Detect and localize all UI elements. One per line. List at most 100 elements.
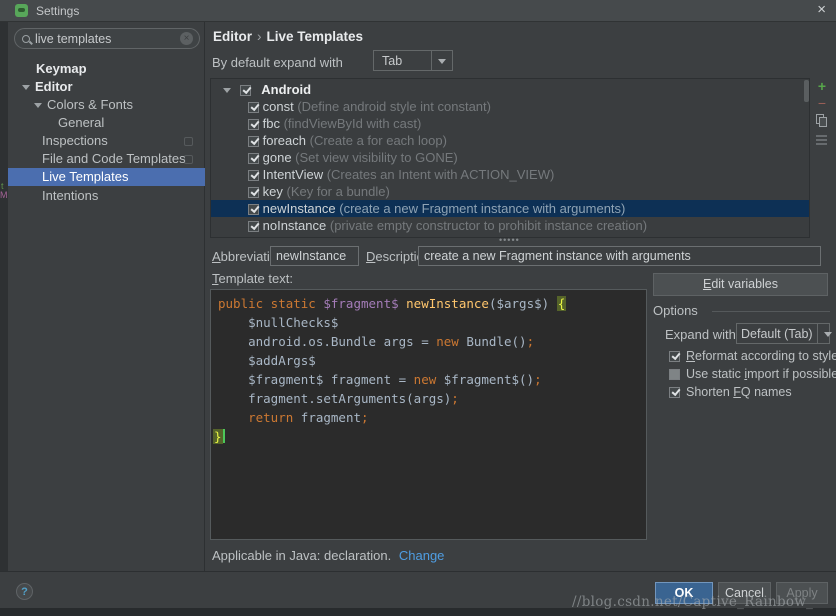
shorten-fq-checkbox[interactable]: Shorten FQ names bbox=[669, 385, 792, 399]
template-checkbox[interactable] bbox=[248, 204, 259, 215]
template-desc: (private empty constructor to prohibit i… bbox=[330, 218, 647, 233]
chevron-down-icon[interactable] bbox=[223, 88, 231, 93]
template-row[interactable]: fbc (findViewById with cast) bbox=[211, 115, 809, 132]
breadcrumb-live-templates: Live Templates bbox=[267, 29, 364, 44]
code-line: } bbox=[213, 427, 225, 446]
template-checkbox[interactable] bbox=[248, 119, 259, 130]
template-checkbox[interactable] bbox=[248, 221, 259, 232]
template-row[interactable]: IntentView (Creates an Intent with ACTIO… bbox=[211, 166, 809, 183]
template-group-row[interactable]: Android bbox=[211, 81, 809, 98]
options-group-title: Options bbox=[653, 303, 830, 318]
static-import-checkbox[interactable]: Use static import if possible bbox=[669, 367, 836, 381]
sidebar-item-inspections[interactable]: Inspections bbox=[8, 132, 205, 150]
abbreviation-input[interactable]: newInstance bbox=[270, 246, 359, 266]
breadcrumb: Editor›Live Templates bbox=[213, 29, 363, 44]
list-scrollbar[interactable] bbox=[804, 80, 809, 102]
chevron-down-icon[interactable] bbox=[431, 51, 452, 70]
chevron-down-icon[interactable] bbox=[817, 324, 829, 343]
copy-icon bbox=[819, 117, 827, 127]
template-row[interactable]: key (Key for a bundle) bbox=[211, 183, 809, 200]
template-name: gone bbox=[263, 150, 292, 165]
template-desc: (create a new Fragment instance with arg… bbox=[339, 201, 625, 216]
background-window-edge: t M s T bbox=[0, 22, 8, 608]
modified-indicator-icon bbox=[184, 155, 193, 164]
description-input[interactable]: create a new Fragment instance with argu… bbox=[418, 246, 821, 266]
default-expand-value: Tab bbox=[374, 54, 431, 68]
sidebar-item-label: Colors & Fonts bbox=[47, 97, 133, 112]
duplicate-template-icon[interactable] bbox=[813, 112, 831, 128]
breadcrumb-editor[interactable]: Editor bbox=[213, 29, 252, 44]
template-checkbox[interactable] bbox=[248, 170, 259, 181]
template-checkbox[interactable] bbox=[248, 153, 259, 164]
template-name: IntentView bbox=[263, 167, 323, 182]
template-desc: (Creates an Intent with ACTION_VIEW) bbox=[327, 167, 555, 182]
applicable-context-row: Applicable in Java: declaration. Change bbox=[212, 548, 444, 563]
template-desc: (findViewById with cast) bbox=[284, 116, 422, 131]
template-row[interactable]: foreach (Create a for each loop) bbox=[211, 132, 809, 149]
template-name: foreach bbox=[263, 133, 306, 148]
template-name: const bbox=[263, 99, 294, 114]
template-text-editor[interactable]: public static $fragment$ newInstance($ar… bbox=[210, 289, 647, 540]
group-checkbox[interactable] bbox=[240, 85, 251, 96]
title-bar: Settings × bbox=[0, 0, 836, 22]
sidebar-item-label: Intentions bbox=[42, 188, 98, 203]
template-row[interactable]: const (Define android style int constant… bbox=[211, 98, 809, 115]
restore-defaults-icon[interactable] bbox=[813, 132, 831, 148]
sidebar-item-keymap[interactable]: Keymap bbox=[8, 60, 205, 78]
expand-with-value: Default (Tab) bbox=[737, 327, 817, 341]
change-context-link[interactable]: Change bbox=[399, 548, 445, 563]
template-row-selected[interactable]: newInstance (create a new Fragment insta… bbox=[211, 200, 809, 217]
template-desc: (Create a for each loop) bbox=[310, 133, 447, 148]
code-line: $addArgs$ bbox=[218, 351, 316, 370]
settings-sidebar: live templates × Keymap Editor Colors & … bbox=[8, 22, 205, 571]
sidebar-item-live-templates[interactable]: Live Templates bbox=[8, 168, 205, 186]
sidebar-item-label: Inspections bbox=[42, 133, 108, 148]
code-line: return fragment; bbox=[218, 408, 369, 427]
code-line: $nullChecks$ bbox=[218, 313, 338, 332]
watermark-text: //blog.csdn.net/Captive_Rainbow_ bbox=[572, 594, 813, 610]
settings-dialog: t M s T Settings × live templates × Keym… bbox=[0, 0, 836, 616]
sidebar-item-file-code-templates[interactable]: File and Code Templates bbox=[8, 150, 205, 168]
settings-search-input[interactable]: live templates × bbox=[14, 28, 200, 49]
expand-with-label: Expand with bbox=[665, 327, 736, 342]
text-caret bbox=[223, 429, 225, 443]
group-label: Android bbox=[261, 82, 311, 97]
expand-with-select[interactable]: Default (Tab) bbox=[736, 323, 830, 344]
code-line: public static $fragment$ newInstance($ar… bbox=[218, 294, 566, 313]
chevron-down-icon[interactable] bbox=[22, 85, 30, 90]
remove-template-icon[interactable]: − bbox=[813, 95, 831, 111]
settings-app-icon bbox=[15, 4, 28, 17]
sidebar-item-label: Editor bbox=[35, 79, 73, 94]
default-expand-select[interactable]: Tab bbox=[373, 50, 453, 71]
applicable-text: Applicable in Java: declaration. bbox=[212, 548, 391, 563]
live-templates-list[interactable]: Android const (Define android style int … bbox=[210, 78, 810, 238]
modified-indicator-icon bbox=[184, 137, 193, 146]
code-line: $fragment$ fragment = new $fragment$(); bbox=[218, 370, 542, 389]
checkbox-icon bbox=[669, 369, 680, 380]
sidebar-item-colors-fonts[interactable]: Colors & Fonts bbox=[8, 96, 205, 114]
template-desc: (Set view visibility to GONE) bbox=[295, 150, 458, 165]
edit-variables-button[interactable]: Edit variables bbox=[653, 273, 828, 296]
sidebar-item-label: Keymap bbox=[36, 61, 87, 76]
clear-search-icon[interactable]: × bbox=[180, 32, 193, 45]
template-desc: (Key for a bundle) bbox=[286, 184, 389, 199]
template-text-label: Template text: bbox=[212, 271, 293, 286]
splitter-handle[interactable]: ••••• bbox=[499, 235, 520, 245]
checkbox-icon bbox=[669, 351, 680, 362]
template-checkbox[interactable] bbox=[248, 187, 259, 198]
sidebar-item-editor[interactable]: Editor bbox=[8, 78, 205, 96]
template-row[interactable]: gone (Set view visibility to GONE) bbox=[211, 149, 809, 166]
sidebar-item-label: Live Templates bbox=[42, 169, 128, 184]
template-checkbox[interactable] bbox=[248, 102, 259, 113]
help-button[interactable]: ? bbox=[16, 583, 33, 600]
add-template-icon[interactable]: + bbox=[813, 78, 831, 94]
sidebar-item-general[interactable]: General bbox=[8, 114, 205, 132]
template-checkbox[interactable] bbox=[248, 136, 259, 147]
chevron-down-icon[interactable] bbox=[34, 103, 42, 108]
sidebar-item-intentions[interactable]: Intentions bbox=[8, 187, 205, 205]
template-row[interactable]: noInstance (private empty constructor to… bbox=[211, 217, 809, 234]
code-line: android.os.Bundle args = new Bundle(); bbox=[218, 332, 534, 351]
close-icon[interactable]: × bbox=[817, 1, 826, 18]
code-line: fragment.setArguments(args); bbox=[218, 389, 459, 408]
reformat-checkbox[interactable]: Reformat according to style bbox=[669, 349, 836, 363]
